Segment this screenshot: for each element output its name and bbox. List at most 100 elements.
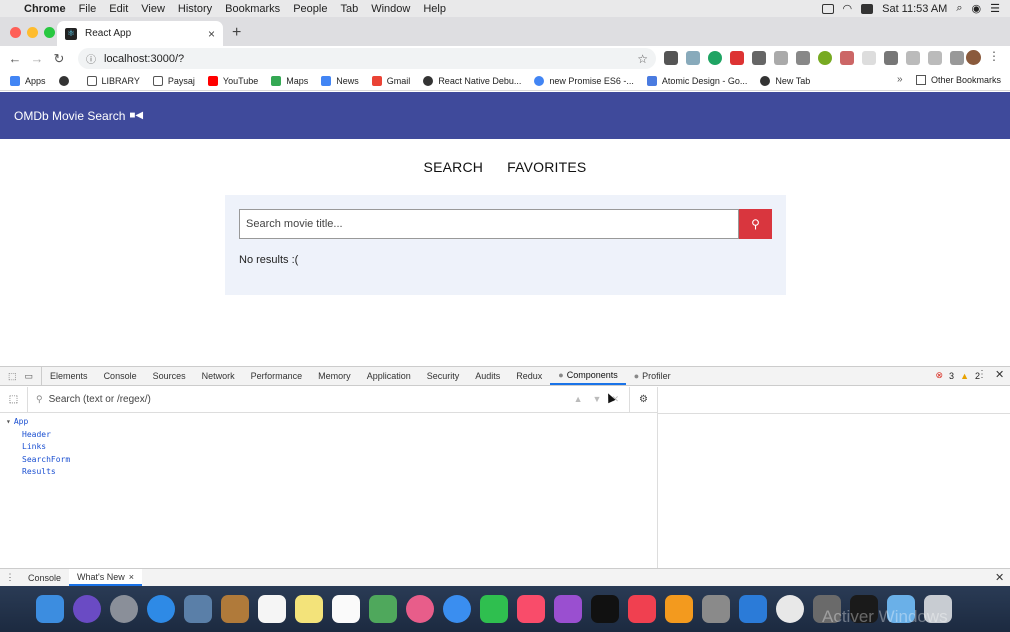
siri-icon[interactable]: ◉ xyxy=(972,2,982,15)
reminders-icon[interactable] xyxy=(332,595,360,623)
safari-icon[interactable] xyxy=(147,595,175,623)
bookmark-promise[interactable]: new Promise ES6 -... xyxy=(534,75,634,86)
drawer-menu-icon[interactable]: ⋮ xyxy=(0,572,20,583)
devtools-close-icon[interactable]: ✕ xyxy=(995,368,1004,381)
forward-icon[interactable]: → xyxy=(26,51,48,66)
tab-console[interactable]: Console xyxy=(96,367,145,385)
devtools-menu-icon[interactable]: ⋮ xyxy=(977,369,987,380)
vscode-icon[interactable] xyxy=(739,595,767,623)
reload-icon[interactable]: ↻ xyxy=(48,51,70,67)
drawer-close-icon[interactable]: ✕ xyxy=(995,571,1004,584)
minimize-window-icon[interactable] xyxy=(27,27,38,38)
extension-bug-icon[interactable] xyxy=(752,51,766,65)
url-text[interactable]: localhost:3000/? xyxy=(104,53,184,65)
bookmark-star-icon[interactable]: ☆ xyxy=(637,52,648,66)
menu-bookmarks[interactable]: Bookmarks xyxy=(225,3,280,15)
tab-application[interactable]: Application xyxy=(359,367,419,385)
maps-icon[interactable] xyxy=(369,595,397,623)
close-tab-icon[interactable]: × xyxy=(208,27,215,41)
bookmark-news[interactable]: News xyxy=(321,75,359,86)
tree-node-results[interactable]: Results xyxy=(6,466,70,479)
extension-file-icon[interactable] xyxy=(928,51,942,65)
profile-avatar[interactable] xyxy=(966,50,981,65)
bookmark-paysaj[interactable]: Paysaj xyxy=(152,75,195,86)
extension-filter-icon[interactable] xyxy=(950,51,964,65)
menu-view[interactable]: View xyxy=(141,3,165,15)
drawer-tab-whats-new[interactable]: What's New × xyxy=(69,569,143,586)
bookmark-atomic[interactable]: Atomic Design - Go... xyxy=(646,75,747,86)
bookmark-maps[interactable]: Maps xyxy=(271,75,308,86)
extension-grammarly-icon[interactable] xyxy=(708,51,722,65)
other-bookmarks[interactable]: Other Bookmarks xyxy=(915,75,1001,85)
tab-audits[interactable]: Audits xyxy=(467,367,508,385)
menu-tab[interactable]: Tab xyxy=(340,3,358,15)
close-window-icon[interactable] xyxy=(10,27,21,38)
drawer-tab-console[interactable]: Console xyxy=(20,569,69,586)
chrome-menu-icon[interactable]: ⋮ xyxy=(988,49,1000,63)
facetime-icon[interactable] xyxy=(480,595,508,623)
element-picker-icon[interactable]: ⬚ xyxy=(0,387,28,412)
chevron-up-icon[interactable]: ▲ xyxy=(574,394,583,405)
more-bookmarks-icon[interactable]: » xyxy=(897,74,903,85)
tree-node-app[interactable]: ▾ App xyxy=(6,416,70,429)
extension-grid-icon[interactable] xyxy=(774,51,788,65)
extension-hand-icon[interactable] xyxy=(840,51,854,65)
extension-pen-icon[interactable] xyxy=(664,51,678,65)
component-search-input[interactable]: Search (text or /regex/) xyxy=(49,394,151,405)
close-tab-icon[interactable]: × xyxy=(129,572,134,582)
menu-chrome[interactable]: Chrome xyxy=(24,3,66,15)
news-icon[interactable] xyxy=(628,595,656,623)
photos-icon[interactable] xyxy=(406,595,434,623)
messages-icon[interactable] xyxy=(443,595,471,623)
device-toolbar-icon[interactable]: ▭ xyxy=(25,371,34,382)
nav-search-link[interactable]: SEARCH xyxy=(424,159,484,175)
menu-window[interactable]: Window xyxy=(371,3,410,15)
menu-people[interactable]: People xyxy=(293,3,327,15)
tab-performance[interactable]: Performance xyxy=(243,367,311,385)
search-input[interactable]: Search movie title... xyxy=(239,209,739,239)
bookmark-gmail[interactable]: Gmail xyxy=(371,75,410,86)
zoom-window-icon[interactable] xyxy=(44,27,55,38)
expand-arrow-icon[interactable]: ▾ xyxy=(6,417,11,426)
tab-elements[interactable]: Elements xyxy=(42,367,96,385)
tree-node-searchform[interactable]: SearchForm xyxy=(6,454,70,467)
music-icon[interactable] xyxy=(517,595,545,623)
bookmark-youtube[interactable]: YouTube xyxy=(207,75,258,86)
apple-tv-icon[interactable] xyxy=(591,595,619,623)
notes-icon[interactable] xyxy=(295,595,323,623)
spotlight-icon[interactable]: ⌕ xyxy=(956,2,962,15)
finder-icon[interactable] xyxy=(36,595,64,623)
tab-sources[interactable]: Sources xyxy=(145,367,194,385)
settings-gear-icon[interactable]: ⚙ xyxy=(629,387,657,412)
siri-icon[interactable] xyxy=(73,595,101,623)
tab-network[interactable]: Network xyxy=(194,367,243,385)
extension-gear-icon[interactable] xyxy=(796,51,810,65)
system-preferences-icon[interactable] xyxy=(702,595,730,623)
inspect-element-icon[interactable]: ⬚ xyxy=(8,371,17,382)
menu-edit[interactable]: Edit xyxy=(109,3,128,15)
tree-node-links[interactable]: Links xyxy=(6,441,70,454)
nav-favorites-link[interactable]: FAVORITES xyxy=(507,159,586,175)
bookmark-library[interactable]: LIBRARY xyxy=(86,75,140,86)
podcasts-icon[interactable] xyxy=(554,595,582,623)
books-icon[interactable] xyxy=(665,595,693,623)
extension-feather-icon[interactable] xyxy=(686,51,700,65)
extension-puzzle-icon[interactable] xyxy=(862,51,876,65)
tab-security[interactable]: Security xyxy=(419,367,468,385)
tab-memory[interactable]: Memory xyxy=(310,367,359,385)
battery-icon[interactable] xyxy=(861,3,874,14)
bookmark-newtab[interactable]: New Tab xyxy=(760,75,810,86)
extension-json-icon[interactable] xyxy=(884,51,898,65)
chrome-icon[interactable] xyxy=(776,595,804,623)
search-button[interactable]: ⚲ xyxy=(739,209,772,239)
screen-icon[interactable] xyxy=(821,3,834,14)
chevron-down-icon[interactable]: ▼ xyxy=(593,394,602,405)
info-icon[interactable]: ⓘ xyxy=(86,51,96,66)
issue-counts[interactable]: ⊗ 3 ▲ 2 xyxy=(936,370,981,381)
new-tab-button[interactable]: + xyxy=(232,24,241,42)
menu-file[interactable]: File xyxy=(79,3,97,15)
tab-components[interactable]: ● Components xyxy=(550,367,626,385)
menu-help[interactable]: Help xyxy=(423,3,446,15)
tab-redux[interactable]: Redux xyxy=(508,367,550,385)
tab-profiler[interactable]: ● Profiler xyxy=(626,367,679,385)
